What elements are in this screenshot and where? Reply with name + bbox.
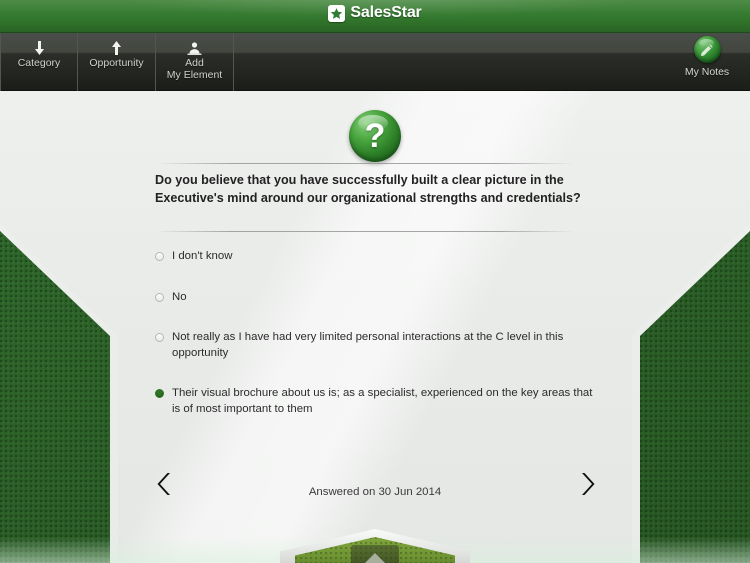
divider-top [155, 163, 575, 164]
arrow-down-icon [34, 39, 45, 57]
toolbar-item-opportunity[interactable]: Opportunity [78, 33, 156, 91]
toolbar-items: Category Opportunity Add My Element [0, 33, 234, 91]
radio-button-selected-icon[interactable] [155, 389, 164, 398]
question-text: Do you believe that you have successfull… [155, 173, 581, 205]
brand-logo: SalesStar [0, 4, 750, 22]
toolbar-item-add-my-element[interactable]: Add My Element [156, 33, 234, 91]
radio-button-unselected-icon[interactable] [155, 292, 164, 302]
toolbar-item-opportunity-label: Opportunity [89, 57, 144, 69]
option-row[interactable]: No [155, 290, 605, 306]
option-label: I don't know [172, 250, 233, 262]
toolbar-item-category-label: Category [17, 57, 61, 69]
person-add-icon [187, 39, 202, 57]
app-root: SalesStar Category Opportunity Add My El… [0, 0, 750, 563]
toolbar-item-add-my-element-label: Add My Element [166, 57, 223, 81]
option-label: No [172, 290, 187, 303]
add-label-line2: My Element [166, 68, 223, 81]
brand-name: SalesStar [350, 4, 422, 21]
expand-dock-button[interactable] [351, 545, 399, 563]
my-notes-button[interactable]: My Notes [670, 36, 744, 91]
note-orb-icon [693, 36, 721, 63]
option-label: Not really as I have had very limited pe… [172, 331, 564, 359]
question-mark-glyph: ? [364, 117, 386, 155]
option-row[interactable]: Not really as I have had very limited pe… [155, 330, 605, 361]
toolbar-item-category[interactable]: Category [0, 33, 78, 91]
radio-button-unselected-icon[interactable] [155, 252, 164, 261]
question-mark-orb-icon: ? [349, 110, 401, 162]
question-content: ? Do you believe that you have successfu… [0, 91, 750, 563]
arrow-up-icon [111, 39, 122, 57]
star-logo-icon [328, 4, 346, 22]
triangle-up-icon [365, 553, 385, 563]
main-toolbar: Category Opportunity Add My Element My N… [0, 33, 750, 91]
option-row-selected[interactable]: Their visual brochure about us is; as a … [155, 386, 605, 417]
answer-options: I don't know No Not really as I have had… [155, 249, 605, 442]
app-header: SalesStar [0, 0, 750, 33]
answered-timestamp: Answered on 30 Jun 2014 [308, 486, 442, 498]
option-label: Their visual brochure about us is; as a … [172, 387, 593, 415]
divider-bottom [155, 231, 575, 232]
my-notes-label: My Notes [684, 66, 730, 78]
option-row[interactable]: I don't know [155, 249, 605, 265]
add-label-line1: Add [185, 57, 204, 69]
radio-button-unselected-icon[interactable] [155, 333, 164, 342]
